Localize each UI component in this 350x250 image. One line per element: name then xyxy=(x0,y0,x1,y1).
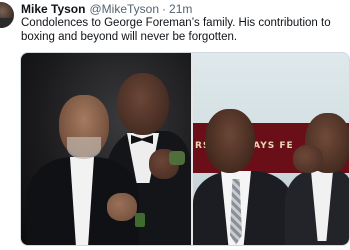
tweet-text: Condolences to George Foreman’s family. … xyxy=(21,17,331,43)
tweet-header: Mike Tyson @MikeTyson · 21m xyxy=(21,1,192,17)
avatar[interactable] xyxy=(0,2,14,28)
watch xyxy=(169,151,185,165)
right-figure-left-head xyxy=(205,109,255,173)
raised-fist xyxy=(107,193,137,221)
timestamp[interactable]: 21m xyxy=(169,2,192,16)
wristband xyxy=(135,213,145,227)
raised-fist xyxy=(293,145,323,173)
media-grid: RS TUESDAYS FE xyxy=(20,52,350,246)
avatar-shade xyxy=(0,17,14,28)
author-name[interactable]: Mike Tyson xyxy=(21,2,85,16)
right-photo[interactable]: RS TUESDAYS FE xyxy=(193,53,349,245)
author-handle[interactable]: @MikeTyson xyxy=(89,2,159,16)
left-photo[interactable] xyxy=(21,53,191,245)
beard xyxy=(67,137,101,159)
left-figure-back-head xyxy=(117,73,169,135)
separator-dot: · xyxy=(162,2,167,16)
